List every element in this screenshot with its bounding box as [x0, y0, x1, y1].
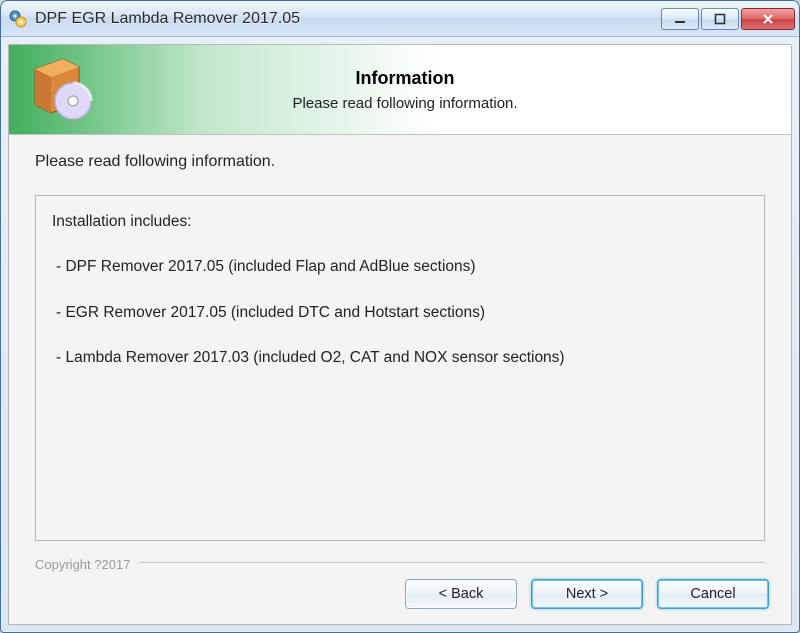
- wizard-footer: < Back Next > Cancel: [9, 572, 791, 624]
- list-item: - DPF Remover 2017.05 (included Flap and…: [52, 255, 748, 278]
- maximize-button[interactable]: [701, 8, 739, 30]
- copyright-label: Copyright ?2017: [9, 551, 791, 572]
- info-textbox[interactable]: Installation includes: - DPF Remover 201…: [35, 195, 765, 541]
- intro-text: Please read following information.: [35, 153, 765, 171]
- back-button[interactable]: < Back: [405, 579, 517, 609]
- close-button[interactable]: [741, 8, 795, 30]
- wizard-header: Information Please read following inform…: [9, 45, 791, 135]
- header-title: Information: [129, 68, 681, 89]
- window-controls: [661, 8, 795, 30]
- titlebar[interactable]: DPF EGR Lambda Remover 2017.05: [1, 1, 799, 37]
- app-icon: [9, 10, 27, 28]
- header-text: Information Please read following inform…: [129, 68, 771, 112]
- includes-label: Installation includes:: [52, 210, 748, 233]
- install-box-cd-icon: [29, 55, 99, 125]
- wizard-body: Please read following information. Insta…: [9, 135, 791, 551]
- next-button[interactable]: Next >: [531, 579, 643, 609]
- minimize-button[interactable]: [661, 8, 699, 30]
- header-subtitle: Please read following information.: [129, 95, 681, 112]
- list-item: - Lambda Remover 2017.03 (included O2, C…: [52, 346, 748, 369]
- list-item: - EGR Remover 2017.05 (included DTC and …: [52, 301, 748, 324]
- cancel-button[interactable]: Cancel: [657, 579, 769, 609]
- installer-window: DPF EGR Lambda Remover 2017.05: [0, 0, 800, 633]
- client-area: Information Please read following inform…: [8, 44, 792, 625]
- window-title: DPF EGR Lambda Remover 2017.05: [35, 10, 661, 28]
